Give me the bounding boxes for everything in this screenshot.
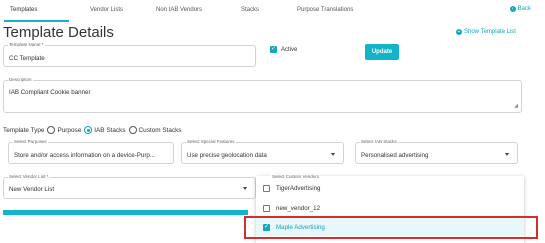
- tab-purpose-translations[interactable]: Purpose Translations: [297, 7, 353, 13]
- select-purposes-label: Select Purposes: [13, 139, 48, 144]
- radio-purpose-label: Purpose: [57, 126, 82, 134]
- vendor-option-label: new_vendor_12: [276, 205, 321, 212]
- resize-handle-icon[interactable]: ◢: [514, 103, 518, 109]
- active-checkbox[interactable]: ✓ Active: [270, 46, 297, 53]
- accent-bar: [3, 210, 248, 215]
- select-iab-stacks-dropdown[interactable]: Select IAB Stacks Personalised advertisi…: [355, 139, 518, 164]
- template-type-label: Template Type: [3, 126, 45, 134]
- select-vendor-list-label: Select Vendor List *: [8, 174, 50, 179]
- template-type-group: Template Type Purpose IAB Stacks Custom …: [3, 126, 182, 134]
- plus-circle-icon: +: [456, 29, 462, 35]
- update-button[interactable]: Update: [365, 44, 399, 60]
- tab-non-iab-vendors[interactable]: Non IAB Vendors: [156, 7, 202, 13]
- select-iab-stacks-label: Select IAB Stacks: [360, 139, 398, 144]
- back-arrow-icon: ‹: [509, 6, 516, 12]
- select-special-features-label: Select Special Features: [186, 139, 236, 144]
- tab-stacks[interactable]: Stacks: [241, 7, 259, 13]
- active-tab-indicator: [4, 20, 69, 22]
- active-label: Active: [281, 46, 298, 53]
- radio-iab-stacks[interactable]: [84, 126, 93, 134]
- vendor-option-new-vendor-12[interactable]: new_vendor_12: [263, 205, 320, 212]
- chevron-down-icon: [243, 187, 247, 190]
- template-name-value: CC Template: [9, 55, 45, 62]
- select-special-features-dropdown[interactable]: Select Special Features Use precise geol…: [181, 139, 344, 164]
- vendor-option-tigeradvertising[interactable]: TigerAdvertising: [263, 185, 320, 192]
- highlight-box: [244, 216, 538, 239]
- checkbox-unchecked-icon: [263, 205, 270, 212]
- template-name-label: Template Name *: [8, 42, 45, 47]
- tab-vendor-lists[interactable]: Vendor Lists: [90, 7, 123, 13]
- description-value: IAB Compliant Cookie banner: [9, 89, 91, 96]
- chevron-down-icon: [331, 153, 335, 156]
- radio-iab-stacks-label: IAB Stacks: [94, 126, 126, 134]
- select-purposes-value: Store and/or access information on a dev…: [14, 152, 156, 159]
- page-title: Template Details: [3, 24, 114, 41]
- radio-purpose[interactable]: [47, 126, 56, 134]
- tab-templates[interactable]: Templates: [10, 7, 37, 13]
- radio-custom-stacks[interactable]: [128, 126, 137, 134]
- select-purposes-dropdown[interactable]: Select Purposes Store and/or access info…: [8, 139, 174, 164]
- top-tab-bar: Templates Vendor Lists Non IAB Vendors S…: [0, 0, 545, 22]
- template-name-field[interactable]: Template Name * CC Template: [3, 42, 256, 67]
- checkbox-unchecked-icon: [263, 185, 270, 192]
- radio-custom-stacks-label: Custom Stacks: [138, 126, 182, 134]
- vendor-option-label: TigerAdvertising: [276, 185, 321, 192]
- chevron-down-icon: [505, 153, 509, 156]
- back-link[interactable]: ‹ Back: [509, 6, 531, 12]
- show-template-list-link[interactable]: + Show Template List: [456, 29, 516, 35]
- select-special-features-value: Use precise geolocation data: [187, 152, 267, 159]
- select-iab-stacks-value: Personalised advertising: [361, 152, 429, 159]
- description-field[interactable]: Description IAB Compliant Cookie banner …: [3, 77, 522, 113]
- back-label: Back: [517, 6, 531, 12]
- select-custom-vendors-label: Select Custom Vendors: [271, 174, 321, 179]
- select-vendor-list-dropdown[interactable]: Select Vendor List * New Vendor List: [3, 174, 256, 199]
- select-vendor-list-value: New Vendor List: [9, 186, 55, 193]
- show-template-list-label: Show Template List: [464, 29, 516, 35]
- checkbox-checked-icon: ✓: [270, 46, 277, 53]
- description-label: Description: [8, 77, 33, 82]
